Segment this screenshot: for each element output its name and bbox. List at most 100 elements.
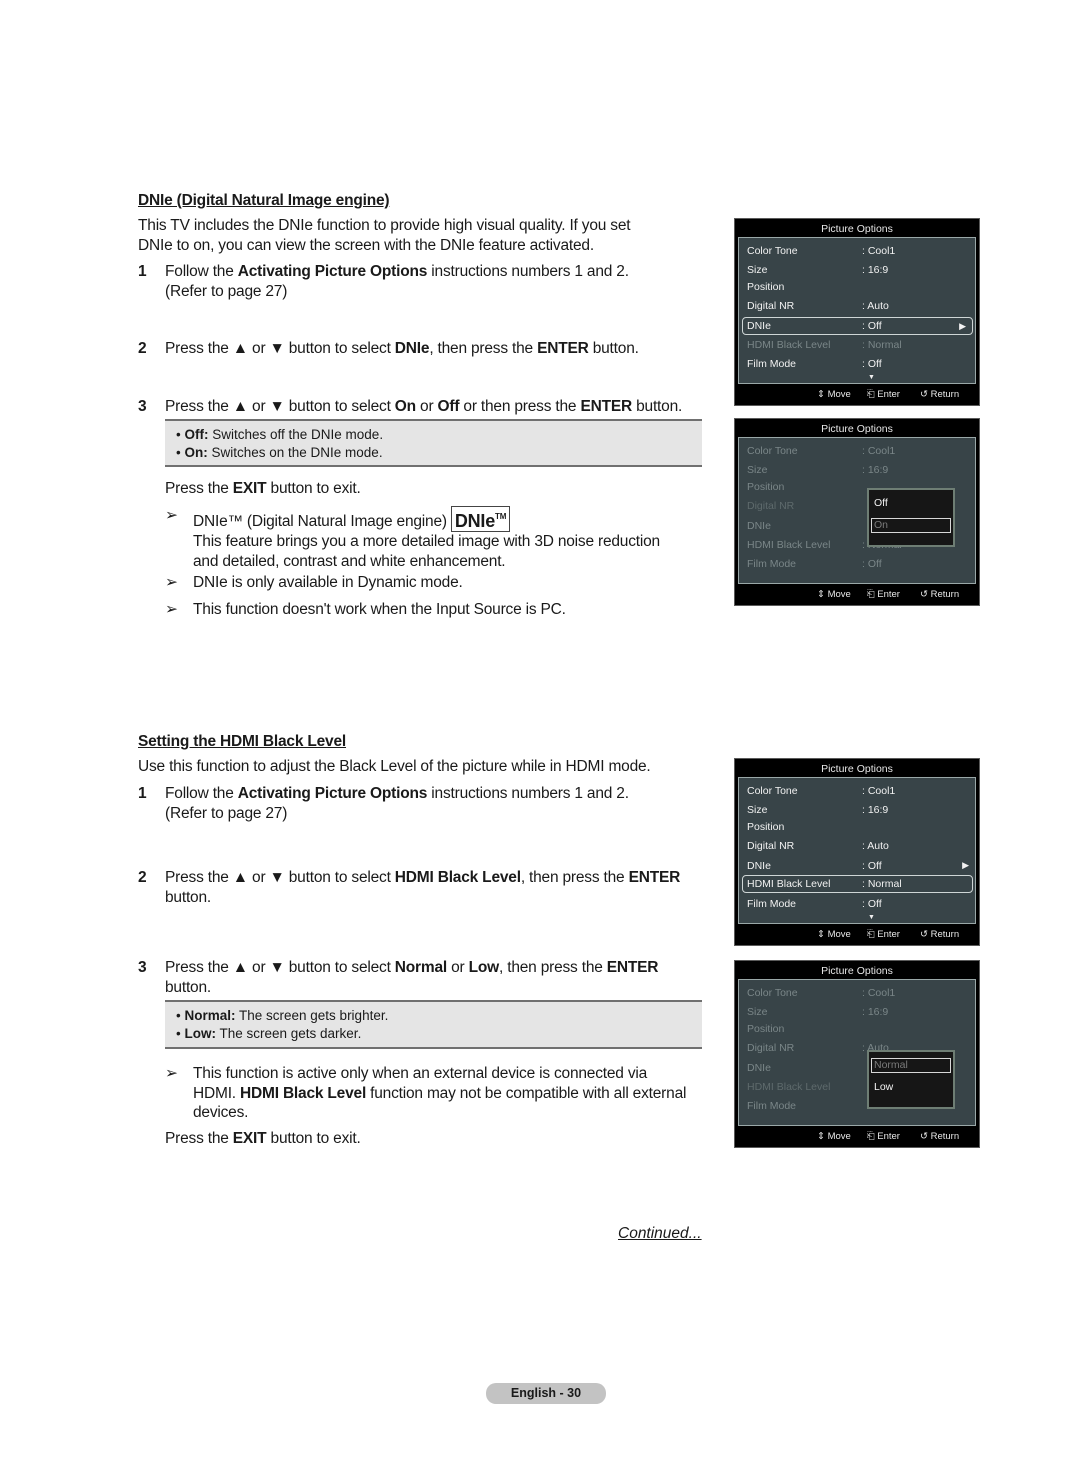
dnie-step-1: 1 Follow the Activating Picture Options … <box>138 262 708 302</box>
scroll-down-icon: ▼ <box>868 374 875 381</box>
menu-row-position[interactable]: Position <box>739 818 975 836</box>
row-value: : Off <box>862 898 882 910</box>
trademark-symbol: TM <box>495 512 507 521</box>
menu-row-size[interactable]: Size: 16:9 <box>739 1003 975 1021</box>
menu-row-digital-nr[interactable]: Digital NR: Auto <box>739 837 975 855</box>
menu-panel: Color Tone: Cool1 Size: 16:9 Position Di… <box>738 437 976 584</box>
menu-title: Picture Options <box>821 223 893 235</box>
menu-row-color-tone[interactable]: Color Tone : Cool1 <box>739 984 975 1002</box>
row-value: : Off <box>862 860 882 872</box>
dnie-step-2: 2 Press the ▲ or ▼ button to select DNIe… <box>138 339 708 359</box>
step-bold: ENTER <box>537 340 589 357</box>
menu-row-size[interactable]: Size: 16:9 <box>739 461 975 479</box>
menu-row-hdmi-black-level[interactable]: HDMI Black Level: Normal <box>742 875 973 893</box>
step-text: or <box>415 398 438 415</box>
menu-row-color-tone[interactable]: Color Tone: Cool1 <box>739 242 975 260</box>
tip-text: and detailed, contrast and white enhance… <box>193 552 506 570</box>
tip-text: function may not be compatible with all … <box>366 1084 687 1102</box>
row-value: : 16:9 <box>862 264 889 276</box>
menu-row-digital-nr[interactable]: Digital NR: Auto <box>739 297 975 315</box>
step-text: instructions numbers 1 and 2. <box>427 785 629 802</box>
return-hint: ↺ Return <box>920 929 960 940</box>
step-number: 2 <box>138 869 147 886</box>
note-term: Off: <box>184 427 209 442</box>
hdmi-options-notebox: • Normal: The screen gets brighter. • Lo… <box>165 1000 702 1049</box>
menu-title: Picture Options <box>821 423 893 435</box>
hdmi-exit-instruction: Press the EXIT button to exit. <box>165 1129 361 1149</box>
option-label: Off <box>874 497 888 509</box>
popup-option-off[interactable]: Off <box>871 496 951 511</box>
dnie-tip-1: ➢ DNIe™ (Digital Natural Image engine) DN… <box>165 506 705 570</box>
submenu-arrow-icon: ▶ <box>959 321 966 331</box>
hdmi-tip: ➢ This function is active only when an e… <box>165 1064 710 1124</box>
row-value: : Off <box>862 320 882 332</box>
dnie-logo-text: DNIe <box>454 511 496 531</box>
menu-row-film-mode[interactable]: Film Mode : Off <box>739 895 975 913</box>
menu-row-dnie[interactable]: DNIe: Off ▶ <box>742 317 973 335</box>
tip-text: This feature brings you a more detailed … <box>193 533 660 550</box>
row-label: Size <box>747 464 768 476</box>
dnie-exit-instruction: Press the EXIT button to exit. <box>165 479 361 499</box>
step-number: 3 <box>138 398 147 415</box>
step-bold: HDMI Black Level <box>394 869 521 886</box>
row-label: Film Mode <box>747 558 797 570</box>
menu-row-film-mode[interactable]: Film Mode : Off <box>739 555 975 573</box>
note-desc: Switches off the DNIe mode. <box>208 427 384 442</box>
row-label: Size <box>747 1006 768 1018</box>
row-label: Position <box>747 281 785 293</box>
step-text: , then press the <box>499 959 607 976</box>
menu-row-size[interactable]: Size: 16:9 <box>739 801 975 819</box>
move-hint: ⇕ Move <box>817 929 851 940</box>
menu-row-color-tone[interactable]: Color Tone: Cool1 <box>739 442 975 460</box>
step-text: button. <box>632 398 683 415</box>
row-value: : Off <box>862 358 882 370</box>
menu-row-film-mode[interactable]: Film Mode : Off <box>739 355 975 373</box>
step-text: instructions numbers 1 and 2. <box>427 263 629 280</box>
arrow-bullet-icon: ➢ <box>165 1065 178 1082</box>
menu-row-position[interactable]: Position <box>739 278 975 296</box>
row-label: Color Tone <box>747 987 798 999</box>
menu-panel: Color Tone: Cool1 Size: 16:9 Position Di… <box>738 979 976 1126</box>
menu-row-dnie[interactable]: DNIe: Off ▶ <box>739 857 975 875</box>
row-value: : Cool1 <box>862 987 896 999</box>
option-label: On <box>874 519 889 531</box>
menu-row-hdmi-black-level[interactable]: HDMI Black Level: Normal <box>739 336 975 354</box>
popup-option-normal[interactable]: Normal <box>871 1058 951 1073</box>
menu-row-color-tone[interactable]: Color Tone: Cool1 <box>739 782 975 800</box>
step-text: Press the ▲ or ▼ button to select <box>165 340 395 357</box>
step-text: , then press the <box>520 869 629 886</box>
dnie-tip-2: ➢ DNIe is only available in Dynamic mode… <box>165 573 705 593</box>
note-term: Normal: <box>184 1008 236 1023</box>
menu-footer: ⇕ Move ⎗ Enter ↺ Return <box>735 387 979 403</box>
step-bold: ENTER <box>628 869 681 886</box>
step-text: button. <box>588 340 639 357</box>
step-text: Press the ▲ or ▼ button to select <box>165 959 395 976</box>
tv-menu-hdmi-selected: Picture Options Color Tone: Cool1 Size: … <box>734 758 980 946</box>
row-value: : Off <box>862 558 882 570</box>
continued-label: Continued... <box>618 1225 702 1242</box>
tip-text: HDMI. <box>193 1084 241 1102</box>
row-label: Film Mode <box>747 358 797 370</box>
row-value: : Auto <box>862 300 889 312</box>
hdmi-options-popup: Normal Low <box>867 1050 955 1109</box>
return-hint: ↺ Return <box>920 589 960 600</box>
hdmi-step-1: 1 Follow the Activating Picture Options … <box>138 784 708 824</box>
menu-row-position[interactable]: Position <box>739 1020 975 1038</box>
popup-option-low[interactable]: Low <box>871 1080 951 1095</box>
menu-footer: ⇕ Move ⎗ Enter ↺ Return <box>735 927 979 943</box>
row-label: Film Mode <box>747 898 797 910</box>
row-value: : Normal <box>862 339 902 351</box>
step-number: 3 <box>138 959 147 976</box>
popup-option-on[interactable]: On <box>871 518 951 533</box>
menu-row-size[interactable]: Size: 16:9 <box>739 261 975 279</box>
row-label: Digital NR <box>747 840 795 852</box>
menu-title: Picture Options <box>821 763 893 775</box>
step-number: 2 <box>138 340 147 357</box>
tip-bold: HDMI Black Level <box>240 1084 367 1102</box>
row-value: : Cool1 <box>862 445 896 457</box>
move-hint: ⇕ Move <box>817 589 851 600</box>
arrow-bullet-icon: ➢ <box>165 601 178 618</box>
step-bold: Normal <box>394 959 447 976</box>
row-label: Color Tone <box>747 785 798 797</box>
dnie-step-3: 3 Press the ▲ or ▼ button to select On o… <box>138 397 708 417</box>
